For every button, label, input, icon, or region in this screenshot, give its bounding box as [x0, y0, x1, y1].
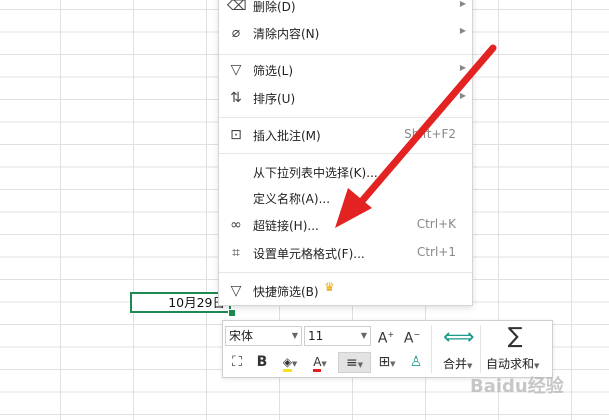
borders-icon: ⊞ — [378, 354, 391, 370]
chevron-down-icon: ▼ — [360, 331, 367, 340]
format-cells-icon: ⌗ — [232, 245, 240, 261]
menu-item-clear-content[interactable]: ⌀ 清除内容(N) ▶ — [219, 20, 472, 46]
menu-item-label: 删除(D) — [253, 0, 296, 14]
comment-icon: ⊡ — [230, 127, 242, 143]
increase-font-icon[interactable]: A+ — [375, 325, 397, 347]
toolbar-divider — [480, 325, 481, 373]
menu-item-label: 定义名称(A)... — [253, 192, 331, 206]
submenu-arrow-icon: ▶ — [459, 0, 466, 8]
borders-button[interactable]: ⊞▼ — [373, 352, 401, 372]
cell-value: 10月29日 — [168, 295, 225, 310]
font-color-button[interactable]: A▼ — [307, 352, 333, 372]
clear-format-icon[interactable]: ♙ — [406, 352, 426, 372]
menu-item-label: 快捷筛选(B) — [253, 285, 319, 299]
watermark: Baidu经验 — [470, 376, 564, 397]
sum-icon[interactable]: ∑ — [500, 324, 530, 350]
crown-icon: ♛ — [324, 280, 335, 294]
fill-handle[interactable] — [228, 309, 236, 317]
delete-icon: ⌫ — [227, 0, 247, 14]
menu-item-label: 排序(U) — [253, 92, 296, 106]
chevron-down-icon: ▼ — [291, 331, 298, 340]
autosum-label: 自动求和 — [486, 357, 535, 371]
menu-item-label: 超链接(H)... — [253, 219, 319, 233]
font-name-value: 宋体 — [229, 329, 254, 343]
submenu-arrow-icon: ▶ — [459, 91, 466, 100]
menu-item-sort[interactable]: ⇅ 排序(U) ▶ — [219, 85, 472, 111]
menu-item-filter[interactable]: ▽ 筛选(L) ▶ — [219, 57, 472, 83]
font-name-select[interactable]: 宋体 ▼ — [225, 326, 302, 346]
autosum-button[interactable]: 自动求和▼ — [486, 355, 539, 372]
floating-toolbar: 宋体 ▼ 11 ▼ A+ A− ⛶ B ◈▼ A▼ ≡▼ ⊞▼ ♙ ⟺ 合并▼ … — [222, 320, 553, 378]
menu-item-label: 设置单元格格式(F)... — [253, 247, 365, 261]
menu-divider — [219, 272, 472, 273]
menu-item-shortcut: Ctrl+1 — [416, 245, 456, 259]
quick-filter-icon: ▽ — [230, 283, 242, 299]
menu-item-label: 筛选(L) — [253, 64, 294, 78]
merge-button[interactable]: 合并▼ — [443, 355, 472, 372]
menu-item-define-name[interactable]: 定义名称(A)... — [219, 185, 472, 211]
menu-item-shortcut: Shift+F2 — [404, 127, 456, 141]
align-button[interactable]: ≡▼ — [338, 352, 371, 373]
menu-item-label: 清除内容(N) — [253, 27, 320, 41]
format-painter-icon[interactable]: ⛶ — [227, 352, 247, 372]
selected-cell[interactable]: 10月29日 — [130, 292, 231, 313]
menu-item-format-cells[interactable]: ⌗ 设置单元格格式(F)... Ctrl+1 — [219, 240, 472, 266]
align-center-icon: ≡ — [345, 355, 358, 371]
context-menu: ⌫ 删除(D) ▶ ⌀ 清除内容(N) ▶ ▽ 筛选(L) ▶ ⇅ 排序(U) … — [218, 0, 473, 306]
font-size-select[interactable]: 11 ▼ — [304, 326, 371, 346]
menu-divider — [219, 54, 472, 55]
decrease-font-icon[interactable]: A− — [401, 325, 423, 347]
menu-item-insert-comment[interactable]: ⊡ 插入批注(M) Shift+F2 — [219, 122, 472, 148]
toolbar-divider — [431, 325, 432, 373]
bold-icon[interactable]: B — [252, 352, 272, 372]
menu-item-label: 插入批注(M) — [253, 129, 321, 143]
menu-divider — [219, 153, 472, 154]
submenu-arrow-icon: ▶ — [459, 63, 466, 72]
merge-label: 合并 — [443, 357, 468, 371]
submenu-arrow-icon: ▶ — [459, 26, 466, 35]
filter-icon: ▽ — [230, 62, 242, 78]
menu-item-delete[interactable]: ⌫ 删除(D) ▶ — [219, 0, 472, 19]
sort-icon: ⇅ — [230, 90, 242, 106]
fill-color-button[interactable]: ◈▼ — [276, 352, 304, 372]
menu-item-pick-from-list[interactable]: 从下拉列表中选择(K)... — [219, 159, 472, 185]
menu-item-hyperlink[interactable]: ∞ 超链接(H)... Ctrl+K — [219, 212, 472, 238]
merge-icon[interactable]: ⟺ — [443, 325, 475, 351]
menu-divider — [219, 117, 472, 118]
link-icon: ∞ — [230, 217, 242, 233]
clear-content-icon: ⌀ — [231, 25, 241, 41]
font-size-value: 11 — [308, 329, 324, 343]
menu-item-label: 从下拉列表中选择(K)... — [253, 166, 378, 180]
menu-item-shortcut: Ctrl+K — [416, 217, 456, 231]
menu-item-quick-filter[interactable]: ▽ 快捷筛选(B) ♛ — [219, 278, 472, 304]
fill-color-icon: ◈ — [282, 355, 292, 372]
